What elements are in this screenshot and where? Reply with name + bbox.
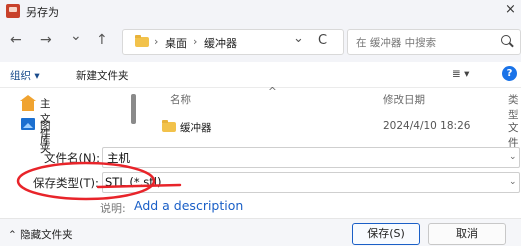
hide-folders-toggle[interactable]: ⌃ 隐藏文件夹 bbox=[8, 227, 73, 242]
new-folder-button[interactable]: 新建文件夹 bbox=[76, 68, 129, 83]
column-header-type[interactable]: 类型 bbox=[508, 92, 521, 122]
filetype-value: STL (*.stl) bbox=[105, 175, 162, 189]
file-modified: 2024/4/10 18:26 bbox=[383, 120, 471, 132]
pane-splitter[interactable] bbox=[131, 94, 136, 124]
filetype-label: 保存类型(T): bbox=[33, 176, 99, 190]
filename-value: 主机 bbox=[107, 151, 130, 165]
breadcrumb-separator: › bbox=[193, 35, 198, 48]
title-bar: 另存为 × bbox=[0, 0, 521, 22]
gallery-icon bbox=[21, 118, 35, 130]
search-placeholder: 在 缓冲器 中搜索 bbox=[356, 37, 437, 49]
app-icon bbox=[6, 4, 20, 18]
window-title: 另存为 bbox=[26, 6, 59, 19]
refresh-button[interactable]: C bbox=[318, 33, 327, 48]
command-toolbar: 组织 ▾ 新建文件夹 ≣ ▾ ? bbox=[0, 62, 521, 88]
filename-label: 文件名(N): bbox=[44, 151, 100, 165]
organize-menu[interactable]: 组织 ▾ bbox=[10, 68, 40, 83]
dialog-footer: ⌃ 隐藏文件夹 保存(S) 取消 bbox=[0, 218, 521, 246]
navigation-bar: ← → ⌄ ↑ › 桌面 › 缓冲器 ⌄ C 在 缓冲器 中搜索 bbox=[0, 22, 521, 62]
address-dropdown-button[interactable]: ⌄ bbox=[293, 31, 304, 46]
recent-locations-button[interactable]: ⌄ bbox=[70, 28, 82, 44]
filename-input[interactable]: 主机 ⌄ bbox=[102, 147, 520, 168]
home-icon bbox=[20, 95, 36, 111]
description-label: 说明: bbox=[100, 202, 126, 215]
up-button[interactable]: ↑ bbox=[96, 32, 108, 48]
help-button[interactable]: ? bbox=[502, 66, 517, 81]
filetype-select[interactable]: STL (*.stl) ⌄ bbox=[102, 172, 520, 193]
file-type: 文件 bbox=[508, 122, 519, 149]
breadcrumb-desktop[interactable]: 桌面 bbox=[165, 35, 187, 51]
chevron-down-icon[interactable]: ⌄ bbox=[509, 177, 517, 187]
address-bar[interactable]: › 桌面 › 缓冲器 ⌄ bbox=[122, 29, 344, 55]
breadcrumb-separator: › bbox=[154, 35, 159, 48]
column-header-modified[interactable]: 修改日期 bbox=[383, 92, 425, 107]
sort-indicator: ^ bbox=[268, 86, 277, 98]
breadcrumb-buffer[interactable]: 缓冲器 bbox=[204, 35, 237, 51]
cancel-button[interactable]: 取消 bbox=[428, 223, 506, 245]
save-button[interactable]: 保存(S) bbox=[352, 223, 420, 245]
chevron-down-icon[interactable]: ⌄ bbox=[509, 152, 517, 162]
folder-icon bbox=[162, 120, 176, 132]
add-description-link[interactable]: Add a description bbox=[134, 198, 243, 213]
back-button[interactable]: ← bbox=[10, 32, 22, 48]
folder-icon bbox=[135, 35, 149, 47]
view-options-button[interactable]: ≣ ▾ bbox=[452, 68, 469, 80]
file-name[interactable]: 缓冲器 bbox=[180, 120, 212, 135]
close-button[interactable]: × bbox=[505, 2, 516, 17]
column-header-name[interactable]: 名称 bbox=[170, 92, 191, 107]
search-icon[interactable] bbox=[501, 35, 511, 45]
sidebar-item-label: 图库 bbox=[40, 120, 51, 147]
search-box[interactable]: 在 缓冲器 中搜索 bbox=[347, 29, 521, 55]
forward-button[interactable]: → bbox=[40, 32, 52, 48]
